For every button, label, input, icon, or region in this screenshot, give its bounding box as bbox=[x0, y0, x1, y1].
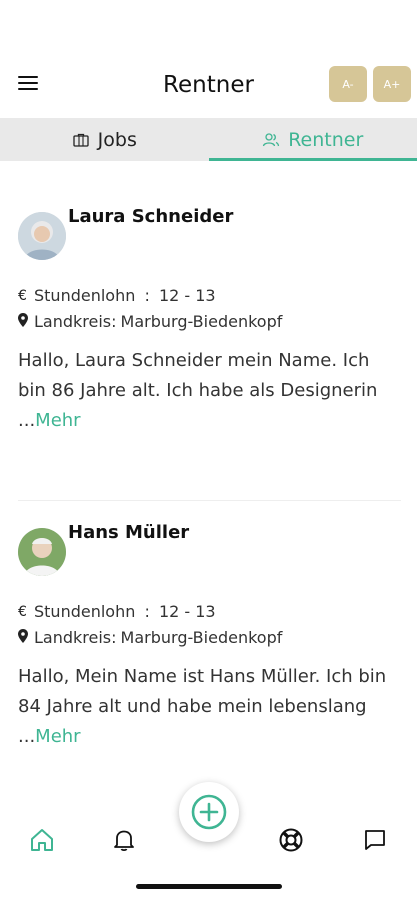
users-icon bbox=[263, 132, 280, 146]
district-label: Landkreis: bbox=[34, 312, 117, 331]
add-button[interactable] bbox=[179, 782, 239, 842]
wage-separator: : bbox=[139, 602, 155, 621]
font-increase-button[interactable]: A+ bbox=[373, 66, 411, 102]
district-line: Landkreis: Marburg-Biedenkopf bbox=[18, 312, 282, 331]
wage-line: € Stundenlohn : 12 - 13 bbox=[18, 286, 216, 305]
font-decrease-button[interactable]: A- bbox=[329, 66, 367, 102]
more-link[interactable]: Mehr bbox=[35, 726, 80, 747]
description: Hallo, Laura Schneider mein Name. Ich bi… bbox=[18, 346, 401, 436]
avatar bbox=[18, 528, 66, 576]
person-name: Laura Schneider bbox=[68, 206, 234, 227]
chat-icon bbox=[365, 830, 385, 850]
avatar bbox=[18, 212, 66, 260]
tab-bar: Jobs Rentner bbox=[0, 118, 417, 161]
nav-chat[interactable] bbox=[359, 824, 391, 856]
district-value: Marburg-Biedenkopf bbox=[120, 628, 283, 647]
wage-label: Stundenlohn bbox=[34, 286, 136, 305]
tab-jobs[interactable]: Jobs bbox=[0, 118, 209, 161]
lifebuoy-icon bbox=[279, 828, 303, 852]
app-header: Rentner A- A+ bbox=[0, 0, 417, 118]
district-value: Marburg-Biedenkopf bbox=[120, 312, 283, 331]
wage-value: 12 - 13 bbox=[158, 286, 216, 305]
nav-notifications[interactable] bbox=[108, 824, 140, 856]
euro-icon: € bbox=[18, 603, 27, 620]
location-pin-icon bbox=[18, 312, 30, 331]
nav-help[interactable] bbox=[275, 824, 307, 856]
euro-icon: € bbox=[18, 287, 27, 304]
wage-line: € Stundenlohn : 12 - 13 bbox=[18, 602, 216, 621]
wage-separator: : bbox=[139, 286, 155, 305]
tab-rentner-label: Rentner bbox=[288, 128, 364, 151]
divider bbox=[18, 500, 401, 501]
tab-jobs-label: Jobs bbox=[97, 128, 137, 151]
home-icon bbox=[31, 829, 53, 851]
district-line: Landkreis: Marburg-Biedenkopf bbox=[18, 628, 282, 647]
location-pin-icon bbox=[18, 628, 30, 647]
tab-rentner[interactable]: Rentner bbox=[208, 118, 417, 161]
person-name: Hans Müller bbox=[68, 522, 190, 543]
wage-label: Stundenlohn bbox=[34, 602, 136, 621]
briefcase-icon bbox=[73, 133, 89, 147]
description: Hallo, Mein Name ist Hans Müller. Ich bi… bbox=[18, 662, 401, 752]
district-label: Landkreis: bbox=[34, 628, 117, 647]
bell-icon bbox=[114, 830, 134, 852]
plus-circle-icon bbox=[191, 794, 227, 830]
wage-value: 12 - 13 bbox=[158, 602, 216, 621]
home-indicator bbox=[136, 884, 282, 889]
more-link[interactable]: Mehr bbox=[35, 410, 80, 431]
nav-home[interactable] bbox=[26, 824, 58, 856]
